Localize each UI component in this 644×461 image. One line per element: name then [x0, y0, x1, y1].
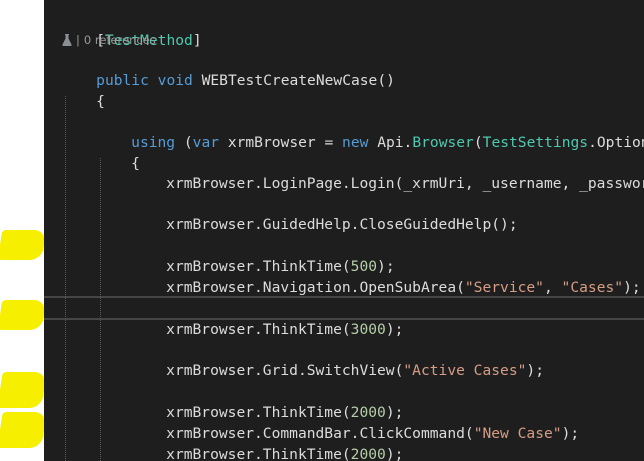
- code-line-guided-help: xrmBrowser.GuidedHelp.CloseGuidedHelp();: [131, 193, 517, 233]
- click-post: );: [561, 425, 580, 442]
- highlighter-mark-3: [0, 372, 47, 408]
- login-call: xrmBrowser.LoginPage.Login(_xrmUri, _use…: [166, 175, 644, 192]
- method-name: WEBTestCreateNewCase(): [192, 72, 395, 89]
- method-open-brace: {: [61, 70, 105, 110]
- method-signature: public void WEBTestCreateNewCase(): [61, 49, 395, 89]
- guided-help-call: xrmBrowser.GuidedHelp.CloseGuidedHelp();: [166, 216, 518, 233]
- code-line-click-command: xrmBrowser.CommandBar.ClickCommand("New …: [131, 402, 579, 442]
- codelens-separator: |: [76, 33, 80, 47]
- code-editor[interactable]: [TestMethod] | 0 references public void …: [44, 0, 644, 461]
- flask-icon: [62, 34, 72, 46]
- references-link[interactable]: 0 references: [84, 31, 156, 49]
- codelens[interactable]: | 0 references: [62, 31, 156, 49]
- code-line-login: xrmBrowser.LoginPage.Login(_xrmUri, _use…: [131, 152, 644, 192]
- code-line-think-2: xrmBrowser.ThinkTime(3000);: [131, 298, 403, 338]
- using-open-brace: {: [96, 132, 140, 172]
- left-margin: [0, 0, 47, 461]
- code-line-think-3: xrmBrowser.ThinkTime(2000);: [131, 381, 403, 421]
- using-part-4: (: [473, 134, 483, 151]
- nav-string-2: "Cases": [561, 279, 624, 296]
- think-pre: xrmBrowser.ThinkTime(: [166, 321, 351, 338]
- using-part-3: Api.: [368, 134, 413, 151]
- switch-post: );: [526, 362, 544, 379]
- attribute-line: [TestMethod]: [61, 9, 201, 49]
- highlighter-mark-4: [0, 412, 47, 448]
- indent-guide-method: [65, 96, 66, 461]
- highlighter-mark-2: [0, 300, 47, 330]
- think-value: 2000: [350, 446, 386, 461]
- nav-mid: ,: [543, 279, 562, 296]
- type-browser: Browser: [412, 134, 474, 151]
- using-statement: using (var xrmBrowser = new Api.Browser(…: [96, 111, 644, 151]
- attribute-close: ]: [192, 32, 202, 49]
- switch-string: "Active Cases": [403, 362, 527, 379]
- using-part-1: (: [175, 134, 193, 151]
- code-line-think-4: xrmBrowser.ThinkTime(2000);: [131, 423, 403, 461]
- switch-pre: xrmBrowser.Grid.SwitchView(: [166, 362, 404, 379]
- using-part-2: xrmBrowser =: [219, 134, 343, 151]
- nav-string-1: "Service": [464, 279, 544, 296]
- think-value: 3000: [350, 321, 386, 338]
- think-pre: xrmBrowser.ThinkTime(: [166, 446, 351, 461]
- code-line-think-1: xrmBrowser.ThinkTime(500);: [131, 235, 394, 275]
- keyword-new: new: [342, 134, 369, 151]
- indent-guide-using: [100, 158, 101, 461]
- code-line-navigation: xrmBrowser.Navigation.OpenSubArea("Servi…: [131, 256, 640, 296]
- highlighter-mark-1: [0, 230, 47, 260]
- think-post: );: [385, 446, 404, 461]
- brace: {: [96, 93, 105, 110]
- nav-pre: xrmBrowser.Navigation.OpenSubArea(: [166, 279, 465, 296]
- click-string: "New Case": [473, 425, 562, 442]
- using-part-5: .Options)): [588, 134, 644, 151]
- think-post: );: [385, 321, 404, 338]
- type-test-settings: TestSettings: [482, 134, 589, 151]
- nav-post: );: [623, 279, 641, 296]
- keyword-void: void: [157, 72, 193, 89]
- code-line-switch-view: xrmBrowser.Grid.SwitchView("Active Cases…: [131, 339, 544, 379]
- keyword-var: var: [192, 134, 220, 151]
